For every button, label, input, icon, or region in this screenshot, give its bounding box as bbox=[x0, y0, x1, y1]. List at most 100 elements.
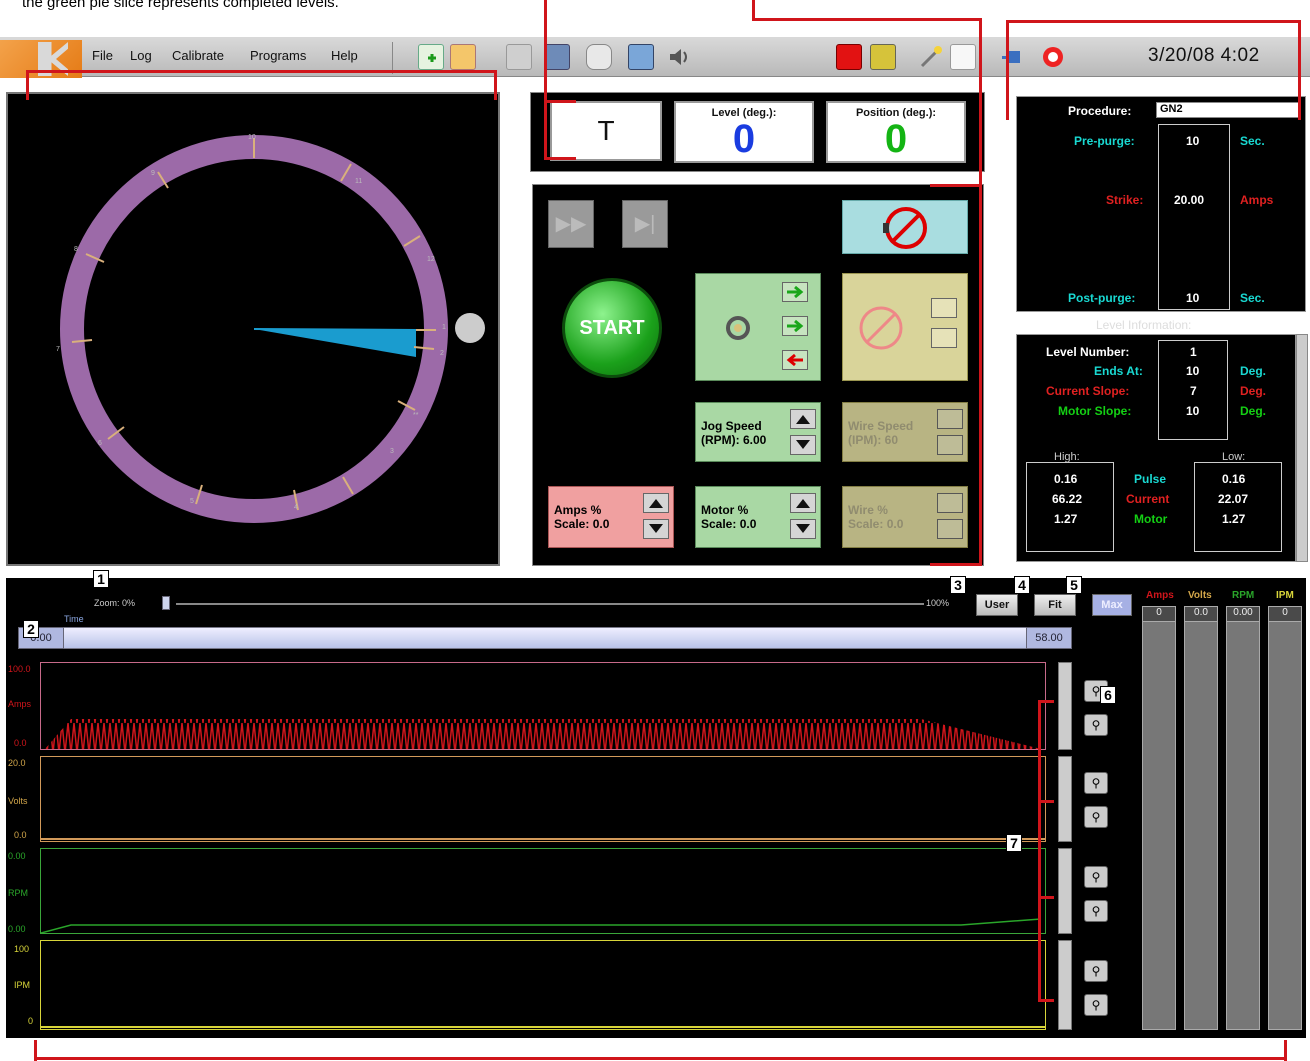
plug-icon[interactable] bbox=[1000, 44, 1026, 70]
callout-line bbox=[930, 184, 980, 187]
motor-label: Motor bbox=[1134, 512, 1168, 526]
zoom-out-icon[interactable]: ⚲ bbox=[1084, 806, 1108, 828]
no-gas-button[interactable] bbox=[842, 200, 968, 254]
open-folder-icon[interactable] bbox=[450, 44, 476, 70]
save-icon[interactable] bbox=[506, 44, 532, 70]
postpurge-label: Post-purge: bbox=[1068, 291, 1136, 305]
clock-tick-label: 4 bbox=[294, 504, 298, 511]
strike-value: 20.00 bbox=[1174, 193, 1205, 207]
motor-scale-up-button[interactable] bbox=[790, 493, 816, 513]
volts-graph bbox=[40, 756, 1046, 842]
wire-down-button[interactable] bbox=[931, 328, 957, 348]
amps-meter-value: 0 bbox=[1142, 606, 1176, 622]
start-button[interactable]: START bbox=[562, 278, 662, 378]
menu-file[interactable]: File bbox=[92, 48, 113, 63]
amps-meter bbox=[1142, 606, 1176, 1030]
wire-scale-up-button[interactable] bbox=[937, 493, 963, 513]
procedure-field[interactable]: GN2 bbox=[1156, 102, 1300, 118]
amps-scale-label: Amps % Scale: 0.0 bbox=[554, 503, 610, 531]
zoom-in-icon[interactable]: ⚲ bbox=[1084, 866, 1108, 888]
step-forward-button[interactable]: ▶| bbox=[622, 200, 668, 248]
zoom-out-icon[interactable]: ⚲ bbox=[1084, 900, 1108, 922]
wire-scale-down-button[interactable] bbox=[937, 519, 963, 539]
motor-slope-unit: Deg. bbox=[1240, 404, 1267, 418]
fast-forward-button[interactable]: ▶▶ bbox=[548, 200, 594, 248]
jog-speed-down-button[interactable] bbox=[790, 435, 816, 455]
current-slope-value: 7 bbox=[1190, 384, 1197, 398]
menu-log[interactable]: Log bbox=[130, 48, 152, 63]
note-icon[interactable] bbox=[950, 44, 976, 70]
time-range-bar[interactable] bbox=[40, 627, 1040, 649]
ipm-meter-label: IPM bbox=[1276, 590, 1294, 601]
jog-reverse-button[interactable] bbox=[782, 350, 808, 370]
volts-meter bbox=[1184, 606, 1218, 1030]
jog-speed-up-button[interactable] bbox=[790, 409, 816, 429]
amps-graph-scrollbar[interactable] bbox=[1058, 662, 1072, 750]
clock-tick-label: 9 bbox=[151, 170, 155, 177]
motor-scale-down-button[interactable] bbox=[790, 519, 816, 539]
trash-icon[interactable] bbox=[586, 44, 612, 70]
print-icon[interactable] bbox=[628, 44, 654, 70]
volts-graph-scrollbar[interactable] bbox=[1058, 756, 1072, 842]
max-button[interactable]: Max bbox=[1092, 594, 1132, 616]
amps-scale-card: Amps % Scale: 0.0 bbox=[548, 486, 674, 548]
progress-slice bbox=[254, 329, 416, 357]
ends-at-label: Ends At: bbox=[1094, 364, 1143, 378]
caption-text: the green pie slice represents completed… bbox=[22, 0, 339, 11]
clock-tick-label: ** bbox=[413, 412, 419, 419]
volts-ymin: 0.0 bbox=[14, 830, 27, 840]
wire-up-button[interactable] bbox=[931, 298, 957, 318]
rpm-graph-scrollbar[interactable] bbox=[1058, 848, 1072, 934]
callout-line bbox=[930, 563, 980, 566]
amps-scale-up-button[interactable] bbox=[643, 493, 669, 513]
sensor-icon[interactable] bbox=[870, 44, 896, 70]
zoom-slider-thumb[interactable] bbox=[162, 596, 170, 610]
record-icon[interactable] bbox=[836, 44, 862, 70]
ipm-graph-scrollbar[interactable] bbox=[1058, 940, 1072, 1030]
clock-tick-label: 8 bbox=[74, 246, 78, 253]
current-slope-label: Current Slope: bbox=[1046, 384, 1130, 398]
rpm-ymax: 0.00 bbox=[8, 851, 26, 861]
callout-line bbox=[979, 18, 982, 566]
wand-icon[interactable] bbox=[918, 44, 944, 70]
zoom-out-icon[interactable]: ⚲ bbox=[1084, 994, 1108, 1016]
new-icon[interactable] bbox=[418, 44, 444, 70]
current-slope-unit: Deg. bbox=[1240, 384, 1267, 398]
user-button[interactable]: User bbox=[976, 594, 1018, 616]
menu-help[interactable]: Help bbox=[331, 48, 358, 63]
ipm-graph bbox=[40, 940, 1046, 1030]
edit-icon[interactable] bbox=[544, 44, 570, 70]
lifebuoy-icon[interactable] bbox=[1040, 44, 1066, 70]
callout-2: 2 bbox=[23, 620, 39, 638]
callout-3: 3 bbox=[950, 576, 966, 594]
wire-speed-down-button[interactable] bbox=[937, 435, 963, 455]
zoom-slider-track[interactable] bbox=[176, 603, 924, 605]
jog-forward-fast-button[interactable] bbox=[782, 282, 808, 302]
prepurge-unit: Sec. bbox=[1240, 134, 1265, 148]
fit-button[interactable]: Fit bbox=[1034, 594, 1076, 616]
sound-icon[interactable] bbox=[666, 44, 692, 70]
high-current: 66.22 bbox=[1052, 492, 1083, 506]
callout-line bbox=[26, 70, 496, 73]
jog-direction-card bbox=[695, 273, 821, 381]
wire-speed-label: Wire Speed (IPM): 60 bbox=[848, 419, 914, 447]
volts-meter-value: 0.0 bbox=[1184, 606, 1218, 622]
jog-forward-button[interactable] bbox=[782, 316, 808, 336]
time-label: Time bbox=[64, 614, 84, 624]
callout-1: 1 bbox=[93, 570, 109, 588]
zoom-in-icon[interactable]: ⚲ bbox=[1084, 960, 1108, 982]
level-info-scrollbar[interactable] bbox=[1296, 334, 1308, 562]
zoom-in-icon[interactable]: ⚲ bbox=[1084, 772, 1108, 794]
wire-speed-up-button[interactable] bbox=[937, 409, 963, 429]
high-motor: 1.27 bbox=[1054, 512, 1078, 526]
zoom-out-icon[interactable]: ⚲ bbox=[1084, 714, 1108, 736]
postpurge-value: 10 bbox=[1186, 291, 1200, 305]
time-end-value[interactable]: 58.00 bbox=[1026, 627, 1072, 649]
low-pulse: 0.16 bbox=[1222, 472, 1246, 486]
menu-programs[interactable]: Programs bbox=[250, 48, 306, 63]
amps-scale-down-button[interactable] bbox=[643, 519, 669, 539]
wire-scale-card: Wire % Scale: 0.0 bbox=[842, 486, 968, 548]
menu-calibrate[interactable]: Calibrate bbox=[172, 48, 224, 63]
current-label: Current bbox=[1126, 492, 1170, 506]
ipm-ymax: 100 bbox=[14, 944, 30, 954]
